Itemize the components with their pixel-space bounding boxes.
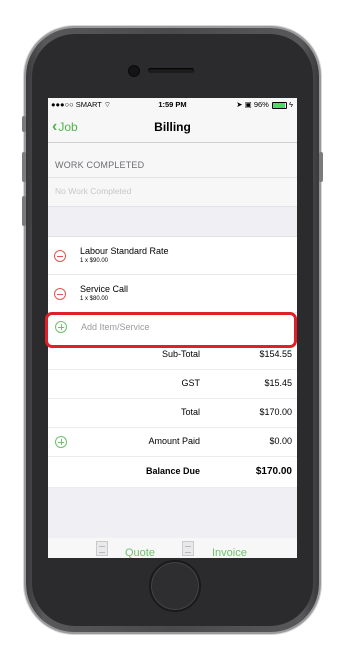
home-button[interactable] <box>149 560 201 612</box>
section-title: WORK COMPLETED <box>55 160 145 170</box>
quote-document-icon[interactable] <box>96 541 108 556</box>
remove-circle-icon[interactable] <box>54 288 66 300</box>
status-right: ➤ ▣ 96% ϟ <box>236 100 293 109</box>
page-title: Billing <box>154 120 191 134</box>
work-completed-empty-row: No Work Completed <box>48 177 297 207</box>
front-camera <box>128 65 140 77</box>
quote-button[interactable]: Quote <box>125 547 155 558</box>
line-item-service-call[interactable]: Service Call 1 x $80.00 <box>48 275 297 313</box>
gst-row: GST $15.45 <box>48 370 297 399</box>
battery-percent: 96% <box>253 100 269 109</box>
line-item-name: Service Call <box>80 284 129 294</box>
line-item-detail: 1 x $90.00 <box>80 258 109 264</box>
mute-switch <box>22 116 26 132</box>
amount-paid-value: $0.00 <box>269 436 292 446</box>
earpiece-speaker <box>148 68 194 73</box>
subtotal-label: Sub-Total <box>161 349 200 359</box>
work-completed-header: WORK COMPLETED <box>48 143 297 177</box>
gst-label: GST <box>181 378 200 388</box>
invoice-button[interactable]: Invoice <box>212 547 247 558</box>
battery-fill <box>272 102 286 108</box>
volume-up-button <box>22 152 26 182</box>
total-label: Total <box>180 407 200 417</box>
gst-value: $15.45 <box>264 378 292 388</box>
remove-circle-icon[interactable] <box>54 250 66 262</box>
line-item-labour[interactable]: Labour Standard Rate 1 x $90.00 <box>48 237 297 275</box>
power-button <box>319 152 323 182</box>
amount-paid-row[interactable]: Amount Paid $0.00 <box>48 428 297 457</box>
add-payment-icon[interactable] <box>55 436 67 448</box>
highlight-annotation-box <box>45 312 297 348</box>
total-value: $170.00 <box>259 407 292 417</box>
line-item-name: Labour Standard Rate <box>80 246 169 256</box>
bottom-toolbar: Quote Invoice <box>48 538 297 558</box>
empty-state-text: No Work Completed <box>55 186 132 196</box>
navigation-bar: ‹ Job Billing <box>48 112 297 143</box>
balance-due-value: $170.00 <box>255 466 292 477</box>
volume-down-button <box>22 196 26 226</box>
total-row: Total $170.00 <box>48 399 297 428</box>
line-item-detail: 1 x $80.00 <box>80 296 109 302</box>
subtotal-value: $154.55 <box>259 349 292 359</box>
battery-icon <box>271 101 287 109</box>
screen-lock-icon: ▣ <box>244 100 252 109</box>
balance-due-label: Balance Due <box>145 466 200 476</box>
status-bar: ●●●○○ SMART ⌔ 1:59 PM ➤ ▣ 96% ϟ <box>48 98 297 112</box>
location-icon: ➤ <box>236 100 243 109</box>
amount-paid-label: Amount Paid <box>148 436 200 446</box>
charging-icon: ϟ <box>289 100 293 109</box>
invoice-document-icon[interactable] <box>182 541 194 556</box>
balance-due-row: Balance Due $170.00 <box>48 457 297 488</box>
